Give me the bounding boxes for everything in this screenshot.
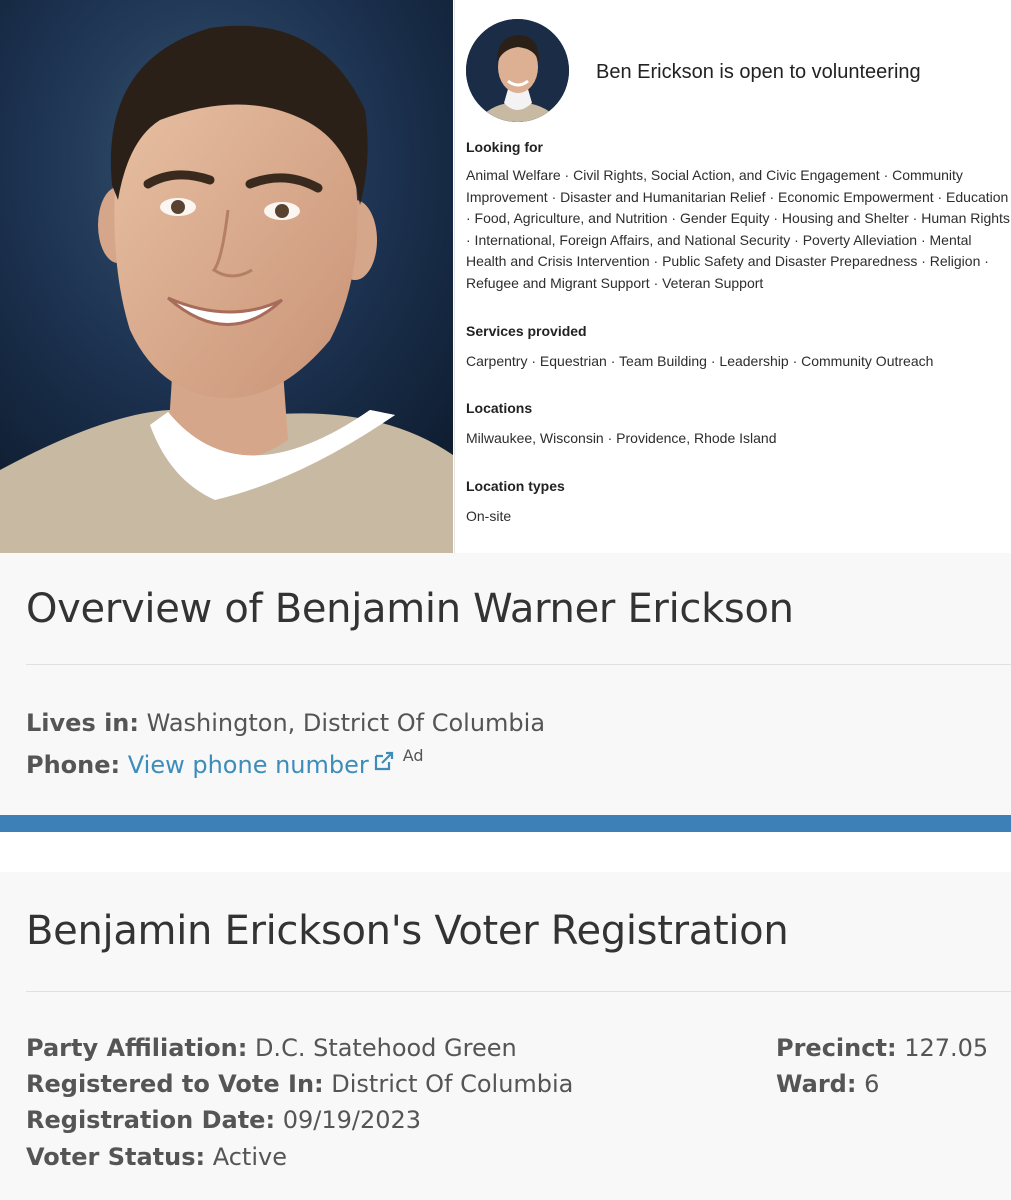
external-link-icon[interactable] xyxy=(373,749,395,777)
voter-registration-title: Benjamin Erickson's Voter Registration xyxy=(26,908,789,954)
overview-title: Overview of Benjamin Warner Erickson xyxy=(26,586,794,632)
location-types-list: On-site xyxy=(466,508,512,524)
ad-badge: Ad xyxy=(402,746,424,765)
looking-for-list: Animal Welfare · Civil Rights, Social Ac… xyxy=(466,167,1010,291)
services-provided-list: Carpentry · Equestrian · Team Building ·… xyxy=(466,353,934,369)
registration-date-row: Registration Date: 09/19/2023 xyxy=(26,1106,421,1134)
location-types-label: Location types xyxy=(466,478,565,494)
overview-divider xyxy=(26,664,1011,665)
party-affiliation-label: Party Affiliation: xyxy=(26,1034,248,1062)
party-affiliation-row: Party Affiliation: D.C. Statehood Green xyxy=(26,1034,517,1062)
phone-row: Phone: View phone number Ad xyxy=(26,746,424,779)
phone-label: Phone: xyxy=(26,751,121,779)
registration-date-value: 09/19/2023 xyxy=(282,1106,422,1134)
registration-date-label: Registration Date: xyxy=(26,1106,276,1134)
looking-for-label: Looking for xyxy=(466,139,543,155)
ward-row: Ward: 6 xyxy=(776,1070,879,1098)
locations-list: Milwaukee, Wisconsin · Providence, Rhode… xyxy=(466,430,777,446)
locations-label: Locations xyxy=(466,400,533,416)
precinct-value: 127.05 xyxy=(904,1034,989,1062)
registered-to-vote-label: Registered to Vote In: xyxy=(26,1070,324,1098)
ward-label: Ward: xyxy=(776,1070,857,1098)
volunteer-card: Ben Erickson is open to volunteering Loo… xyxy=(454,0,1011,553)
precinct-label: Precinct: xyxy=(776,1034,897,1062)
voter-status-value: Active xyxy=(212,1143,287,1171)
registered-to-vote-value: District Of Columbia xyxy=(331,1070,574,1098)
voter-status-row: Voter Status: Active xyxy=(26,1143,287,1171)
overview-panel: Overview of Benjamin Warner Erickson Liv… xyxy=(0,553,1011,815)
volunteer-section: Ben Erickson is open to volunteering Loo… xyxy=(0,0,1011,553)
open-to-volunteering-headline: Ben Erickson is open to volunteering xyxy=(596,61,921,83)
lives-in-value: Washington, District Of Columbia xyxy=(146,709,546,737)
profile-photo xyxy=(0,0,453,553)
voter-registration-panel: Benjamin Erickson's Voter Registration P… xyxy=(0,872,1011,1200)
party-affiliation-value: D.C. Statehood Green xyxy=(254,1034,517,1062)
precinct-row: Precinct: 127.05 xyxy=(776,1034,988,1062)
accent-band xyxy=(0,815,1011,832)
services-provided-label: Services provided xyxy=(466,323,587,339)
lives-in-row: Lives in: Washington, District Of Columb… xyxy=(26,709,545,737)
voter-status-label: Voter Status: xyxy=(26,1143,206,1171)
lives-in-label: Lives in: xyxy=(26,709,139,737)
view-phone-number-link[interactable]: View phone number xyxy=(128,751,369,779)
avatar[interactable] xyxy=(466,19,569,122)
ward-value: 6 xyxy=(864,1070,880,1098)
voter-divider xyxy=(26,991,1011,992)
section-gap xyxy=(0,832,1011,872)
registered-to-vote-row: Registered to Vote In: District Of Colum… xyxy=(26,1070,573,1098)
